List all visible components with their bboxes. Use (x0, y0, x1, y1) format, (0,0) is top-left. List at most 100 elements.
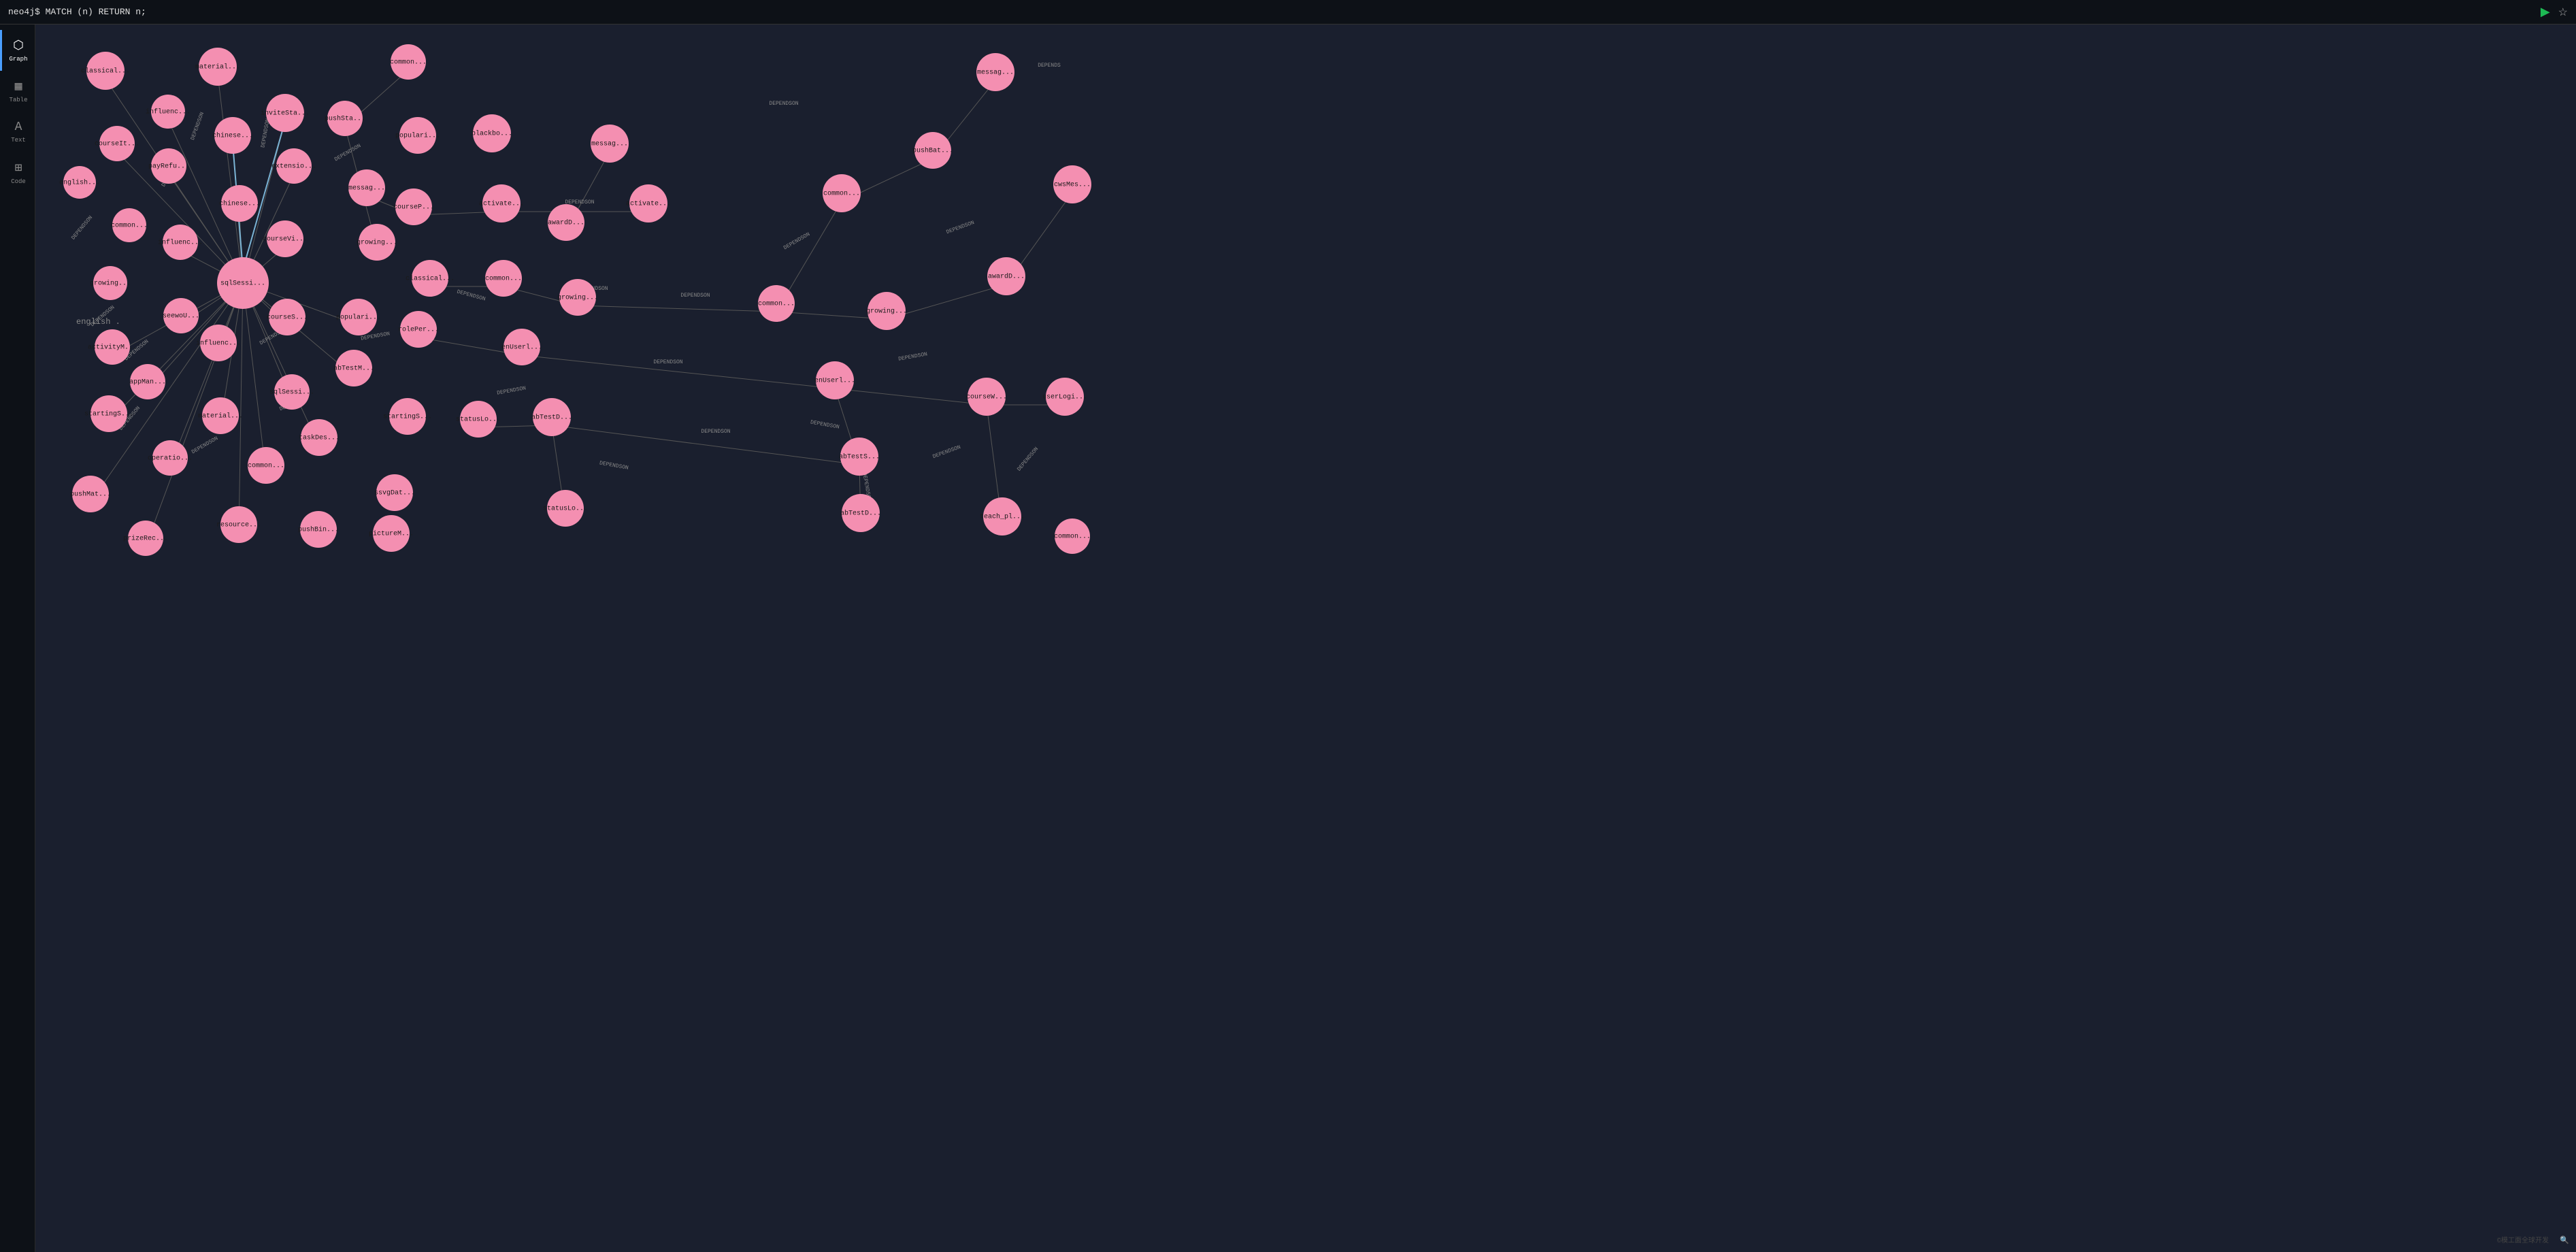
svg-text:DEPENDSON: DEPENDSON (456, 289, 486, 303)
node-rolePer[interactable] (400, 311, 437, 348)
node-material1[interactable] (199, 48, 237, 86)
node-common6[interactable] (1055, 518, 1090, 554)
play-button[interactable]: ▶ (2541, 5, 2550, 19)
sidebar-text-label: Text (11, 137, 26, 144)
node-abTestM[interactable] (335, 350, 372, 386)
node-statusLo1[interactable] (460, 401, 497, 438)
sidebar: ⬡ Graph ▦ Table A Text ⊞ Code (0, 24, 35, 1252)
zoom-indicator[interactable]: 🔍 (2560, 1236, 2569, 1245)
svg-text:DEPENDSON: DEPENDSON (1017, 446, 1040, 472)
svg-text:DEPENDSON: DEPENDSON (71, 214, 95, 241)
svg-text:DEPENDSON: DEPENDSON (932, 444, 962, 460)
node-taskDes[interactable] (301, 419, 337, 456)
node-english[interactable] (63, 166, 96, 199)
node-messag3[interactable] (976, 53, 1014, 91)
node-abTestD1[interactable] (533, 398, 571, 436)
node-activat1[interactable] (482, 184, 521, 223)
graph-canvas[interactable]: DEPENDSON DEPENDSON DEPENDSON DEPENDSON … (35, 24, 2576, 1252)
node-pushBat[interactable] (914, 132, 951, 169)
node-sqlSessi2[interactable] (274, 374, 310, 410)
node-courseIt[interactable] (99, 126, 135, 161)
node-common2[interactable] (823, 174, 861, 212)
sidebar-item-table[interactable]: ▦ Table (0, 71, 35, 112)
node-courseVi[interactable] (267, 220, 303, 257)
node-growing4[interactable] (93, 266, 127, 300)
top-bar-actions: ▶ ☆ (2541, 5, 2568, 19)
node-classical1[interactable] (86, 52, 125, 90)
node-abTestD2[interactable] (842, 494, 880, 532)
node-common3[interactable] (485, 260, 522, 297)
node-enUserl2[interactable] (816, 361, 854, 399)
node-payRefu[interactable] (151, 148, 186, 184)
node-populari1[interactable] (399, 117, 436, 154)
node-prizeRec[interactable] (128, 521, 163, 556)
sidebar-code-label: Code (11, 178, 26, 185)
star-button[interactable]: ☆ (2558, 5, 2568, 19)
node-common5[interactable] (248, 447, 284, 484)
sidebar-table-label: Table (9, 97, 27, 103)
node-extensio[interactable] (276, 148, 312, 184)
sidebar-item-graph[interactable]: ⬡ Graph (0, 30, 35, 71)
node-courseS[interactable] (269, 299, 306, 335)
node-teach_pl[interactable] (983, 497, 1021, 536)
node-courseP[interactable] (395, 188, 432, 225)
node-common7[interactable] (112, 208, 146, 242)
node-awardD2[interactable] (987, 257, 1025, 295)
node-influen3[interactable] (200, 325, 237, 361)
svg-text:DEPENDS: DEPENDS (1038, 63, 1061, 69)
node-messag1[interactable] (348, 169, 385, 206)
node-common4[interactable] (758, 285, 795, 322)
node-appMan[interactable] (130, 364, 165, 399)
svg-text:DEPENDSON: DEPENDSON (782, 231, 811, 251)
node-enUserl1[interactable] (503, 329, 540, 365)
node-influen2[interactable] (163, 225, 198, 260)
node-cwsMes[interactable] (1053, 165, 1091, 203)
node-growing1[interactable] (359, 224, 395, 261)
node-growing3[interactable] (868, 292, 906, 330)
query-text: neo4j$ MATCH (n) RETURN n; (8, 7, 2541, 17)
node-pushSta[interactable] (327, 101, 363, 136)
node-startingS2[interactable] (90, 395, 127, 432)
node-common1[interactable] (391, 44, 426, 80)
node-operatio[interactable] (152, 440, 188, 476)
top-bar: neo4j$ MATCH (n) RETURN n; ▶ ☆ (0, 0, 2576, 24)
node-pushMat[interactable] (72, 476, 109, 512)
node-abTestS[interactable] (840, 438, 878, 476)
node-sqlSessi1[interactable] (217, 257, 269, 309)
node-ssvgDat[interactable] (376, 474, 413, 511)
sidebar-item-code[interactable]: ⊞ Code (0, 152, 35, 193)
svg-text:DEPENDSON: DEPENDSON (333, 143, 362, 163)
node-pictureM[interactable] (373, 515, 410, 552)
node-growing2[interactable] (559, 279, 596, 316)
node-populari2[interactable] (340, 299, 377, 335)
node-courseW[interactable] (968, 378, 1006, 416)
node-seewoU[interactable] (163, 298, 199, 333)
node-userLogi[interactable] (1046, 378, 1084, 416)
node-material2[interactable] (202, 397, 239, 434)
svg-text:DEPENDSON: DEPENDSON (653, 359, 682, 365)
sidebar-graph-label: Graph (9, 56, 27, 63)
svg-text:DEPENDSON: DEPENDSON (190, 111, 205, 141)
node-activityM[interactable] (95, 329, 130, 365)
text-icon: A (15, 120, 22, 134)
english-node-label: english . (76, 317, 120, 327)
node-statusLo2[interactable] (547, 490, 584, 527)
main-layout: ⬡ Graph ▦ Table A Text ⊞ Code (0, 24, 2576, 1252)
sidebar-item-text[interactable]: A Text (0, 112, 35, 152)
svg-text:DEPENDSON: DEPENDSON (769, 101, 798, 107)
node-startingS1[interactable] (389, 398, 426, 435)
svg-text:DEPENDSON: DEPENDSON (701, 429, 730, 435)
node-messag2[interactable] (591, 125, 629, 163)
node-pushBin[interactable] (300, 511, 337, 548)
node-resource[interactable] (220, 506, 257, 543)
node-chinese2[interactable] (221, 185, 258, 222)
node-classical2[interactable] (412, 260, 448, 297)
svg-text:DEPENDSON: DEPENDSON (191, 435, 219, 455)
nodes-group[interactable]: sqlSessi... classical... material... inv… (59, 44, 1091, 556)
node-awardD1[interactable] (548, 204, 584, 241)
node-chinese1[interactable] (214, 117, 251, 154)
node-influen1[interactable] (151, 95, 185, 129)
node-inviteSta[interactable] (266, 94, 304, 132)
node-activat2[interactable] (629, 184, 667, 223)
node-blackbo[interactable] (473, 114, 511, 152)
